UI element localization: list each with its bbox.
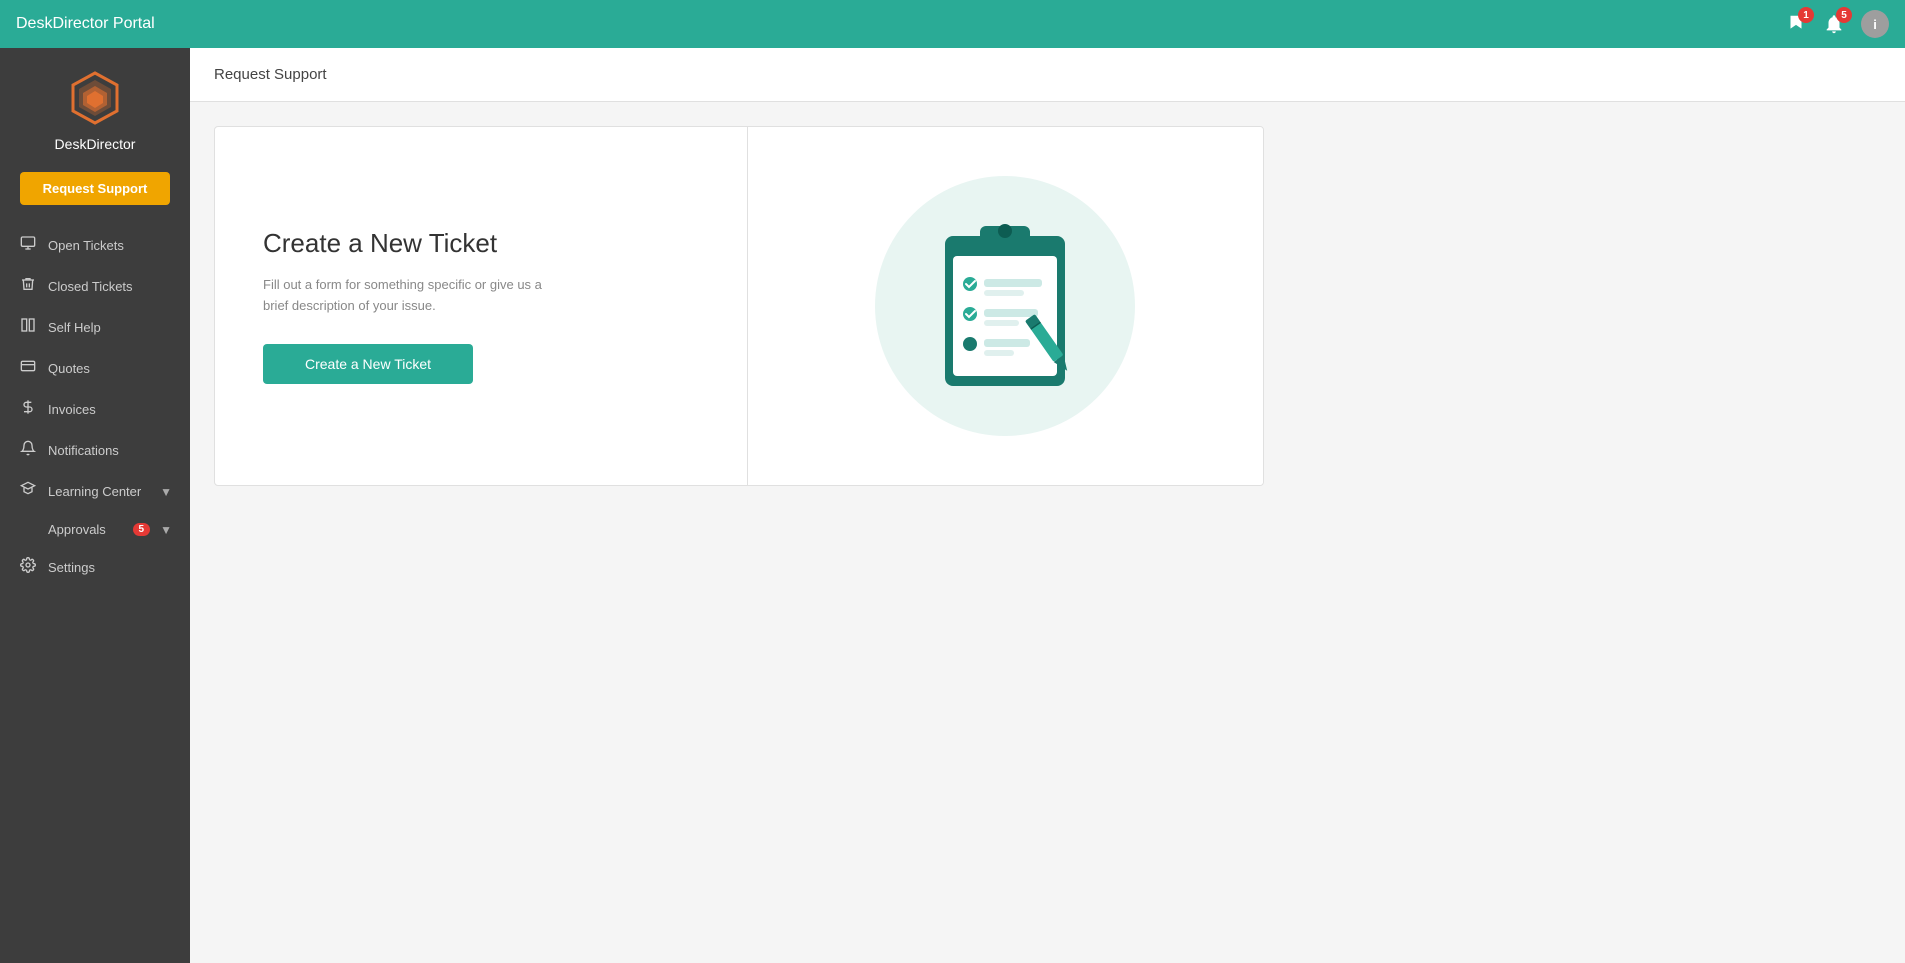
user-avatar[interactable]: i — [1861, 10, 1889, 38]
illustration-circle — [875, 176, 1135, 436]
card-title: Create a New Ticket — [263, 228, 699, 259]
gear-icon — [18, 557, 38, 578]
messages-icon-button[interactable]: 1 — [1785, 13, 1807, 35]
learning-center-chevron: ▼ — [160, 485, 172, 499]
topbar-title: DeskDirector Portal — [16, 15, 155, 33]
sidebar-item-invoices[interactable]: Invoices — [0, 389, 190, 430]
monitor-icon — [18, 235, 38, 256]
topbar: DeskDirector Portal 1 5 i — [0, 0, 1905, 48]
book-icon — [18, 317, 38, 338]
card-description: Fill out a form for something specific o… — [263, 275, 543, 317]
sidebar: DeskDirector Request Support Open Ticket… — [0, 48, 190, 963]
request-support-button[interactable]: Request Support — [20, 172, 170, 205]
bell-icon — [18, 440, 38, 461]
sidebar-label-open-tickets: Open Tickets — [48, 238, 172, 253]
approvals-chevron: ▼ — [160, 523, 172, 537]
page-title: Request Support — [214, 66, 327, 83]
approvals-badge: 5 — [133, 523, 151, 536]
sidebar-item-settings[interactable]: Settings — [0, 547, 190, 588]
sidebar-label-approvals: Approvals — [48, 522, 123, 537]
sidebar-item-notifications[interactable]: Notifications — [0, 430, 190, 471]
sidebar-label-settings: Settings — [48, 560, 172, 575]
sidebar-label-invoices: Invoices — [48, 402, 172, 417]
sidebar-item-learning-center[interactable]: Learning Center ▼ — [0, 471, 190, 512]
sidebar-label-quotes: Quotes — [48, 361, 172, 376]
dollar-icon — [18, 399, 38, 420]
hat-icon — [18, 481, 38, 502]
topbar-icons: 1 5 i — [1785, 10, 1889, 38]
sidebar-label-notifications: Notifications — [48, 443, 172, 458]
request-support-card: Create a New Ticket Fill out a form for … — [214, 126, 1264, 486]
sidebar-brand: DeskDirector — [55, 136, 136, 152]
sidebar-label-closed-tickets: Closed Tickets — [48, 279, 172, 294]
sidebar-item-self-help[interactable]: Self Help — [0, 307, 190, 348]
sidebar-nav: Open Tickets Closed Tickets Self Help Qu… — [0, 225, 190, 588]
sidebar-item-closed-tickets[interactable]: Closed Tickets — [0, 266, 190, 307]
sidebar-label-self-help: Self Help — [48, 320, 172, 335]
notifications-icon-button[interactable]: 5 — [1823, 13, 1845, 35]
avatar-initials: i — [1861, 10, 1889, 38]
sidebar-item-quotes[interactable]: Quotes — [0, 348, 190, 389]
sidebar-logo: DeskDirector — [55, 68, 136, 152]
content-area: Create a New Ticket Fill out a form for … — [190, 102, 1905, 963]
messages-badge: 1 — [1798, 7, 1814, 23]
notifications-badge: 5 — [1836, 7, 1852, 23]
sidebar-item-approvals[interactable]: Approvals 5 ▼ — [0, 512, 190, 547]
card-icon — [18, 358, 38, 379]
sidebar-label-learning-center: Learning Center — [48, 484, 150, 499]
sidebar-item-open-tickets[interactable]: Open Tickets — [0, 225, 190, 266]
trash-icon — [18, 276, 38, 297]
create-ticket-button[interactable]: Create a New Ticket — [263, 344, 473, 384]
card-left: Create a New Ticket Fill out a form for … — [215, 127, 748, 485]
card-right — [748, 127, 1264, 485]
page-header: Request Support — [190, 48, 1905, 102]
main-content: Request Support Create a New Ticket Fill… — [190, 48, 1905, 963]
